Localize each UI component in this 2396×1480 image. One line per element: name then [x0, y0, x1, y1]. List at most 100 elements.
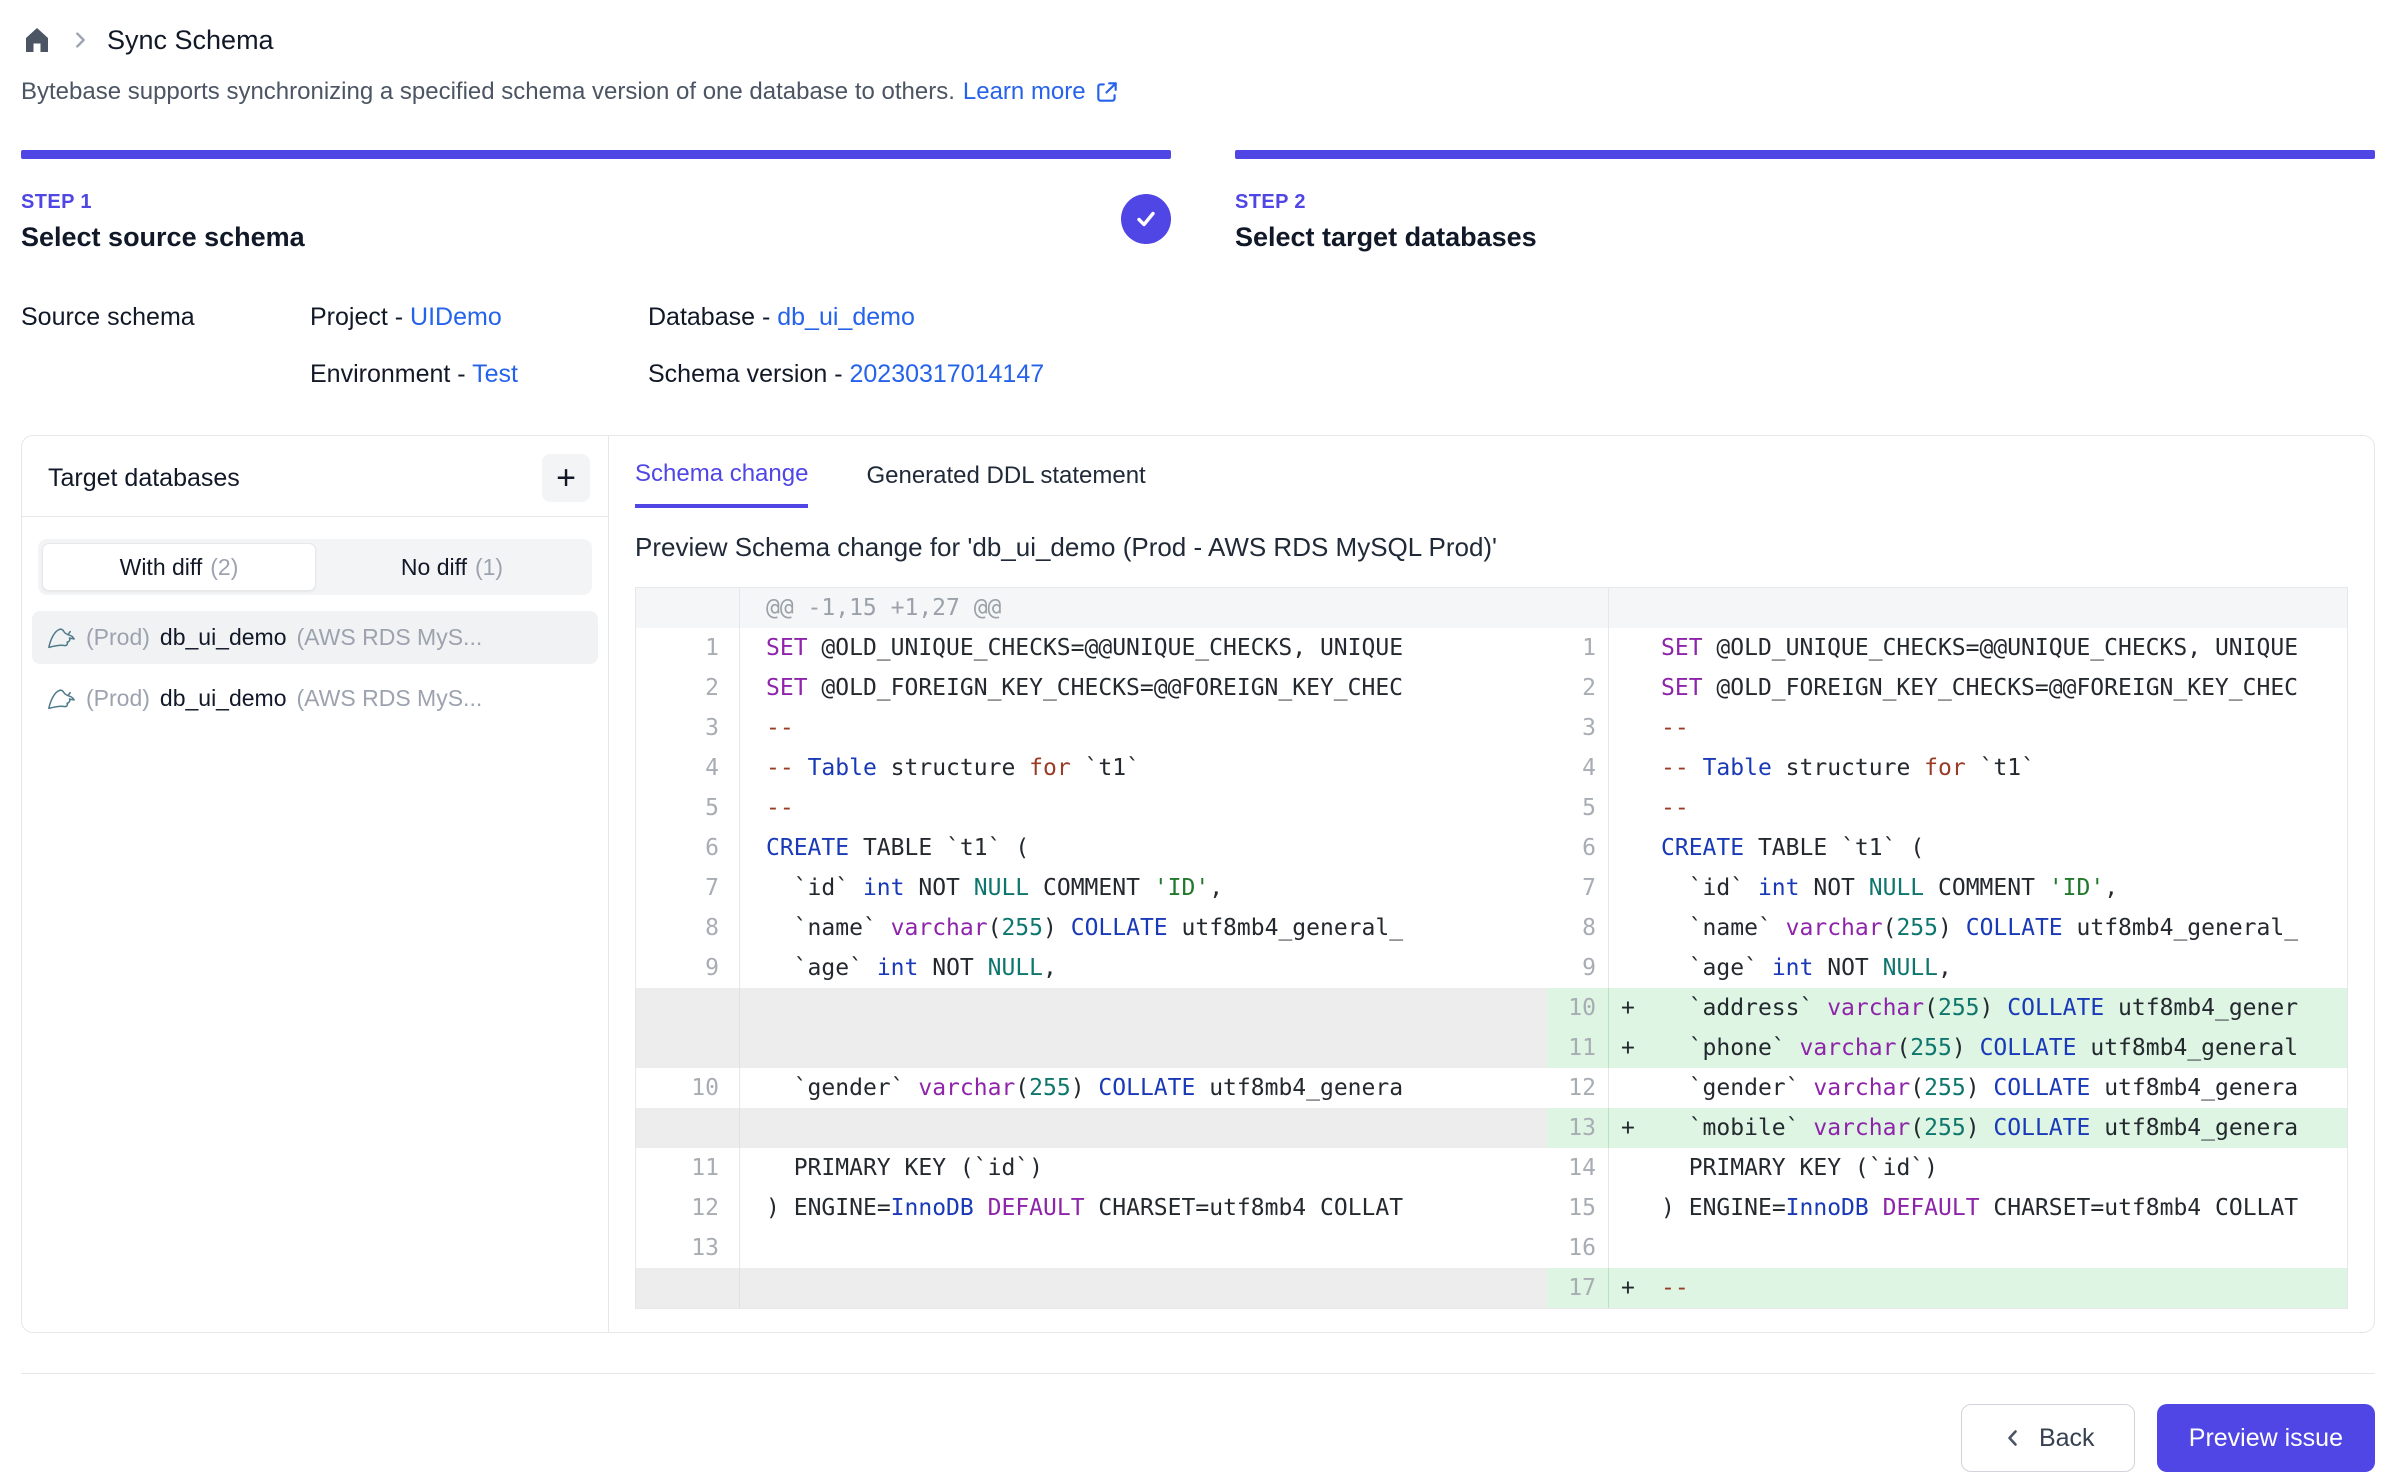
diff-row-placeholder: [636, 1108, 1547, 1148]
added-marker: +: [1621, 1108, 1635, 1148]
code-line: [1609, 1228, 2347, 1268]
step-2-label: STEP 2: [1235, 191, 2375, 214]
tab-with-diff[interactable]: With diff (2): [42, 543, 316, 591]
line-number: 1: [1547, 628, 1609, 668]
learn-more-link[interactable]: Learn more: [963, 78, 1120, 106]
tab-no-diff[interactable]: No diff (1): [316, 543, 588, 591]
preview-tabs: Schema change Generated DDL statement: [635, 460, 2348, 508]
code-line: `address` varchar(255) COLLATE utf8mb4_g…: [1609, 988, 2347, 1028]
add-target-database-button[interactable]: +: [542, 454, 590, 502]
tab-schema-change[interactable]: Schema change: [635, 460, 808, 508]
source-schema-label: Source schema: [21, 303, 310, 332]
line-number: 1: [636, 628, 740, 668]
diff-row: 10 `gender` varchar(255) COLLATE utf8mb4…: [636, 1068, 1547, 1108]
diff-row: 14 PRIMARY KEY (`id`): [1547, 1148, 2347, 1188]
back-button[interactable]: Back: [1961, 1404, 2135, 1472]
line-number: 14: [1547, 1148, 1609, 1188]
diff-row: 12) ENGINE=InnoDB DEFAULT CHARSET=utf8mb…: [636, 1188, 1547, 1228]
line-number: [636, 1108, 740, 1148]
code-line: [740, 1268, 1547, 1308]
target-database-item[interactable]: (Prod)db_ui_demo(AWS RDS MyS...: [32, 672, 598, 725]
code-line: `age` int NOT NULL,: [1609, 948, 2347, 988]
target-databases-title: Target databases: [48, 464, 240, 493]
line-number: 3: [636, 708, 740, 748]
code-line: [740, 988, 1547, 1028]
line-number: 5: [1547, 788, 1609, 828]
db-environment: (Prod): [86, 624, 150, 651]
line-number: 4: [636, 748, 740, 788]
added-marker: +: [1621, 1268, 1635, 1308]
diff-filter-tabs: With diff (2) No diff (1): [38, 539, 592, 595]
tab-generated-ddl[interactable]: Generated DDL statement: [866, 460, 1145, 508]
diff-row: 7 `id` int NOT NULL COMMENT 'ID',: [1547, 868, 2347, 908]
diff-row: 4-- Table structure for `t1`: [636, 748, 1547, 788]
schema-version-link[interactable]: 20230317014147: [849, 360, 1044, 388]
diff-row-placeholder: [636, 1268, 1547, 1308]
target-databases-panel: Target databases + With diff (2) No diff…: [22, 436, 609, 1332]
line-number: [1547, 588, 1609, 628]
diff-pane-original: @@ -1,15 +1,27 @@1SET @OLD_UNIQUE_CHECKS…: [636, 588, 1547, 1308]
diff-row: 6CREATE TABLE `t1` (: [636, 828, 1547, 868]
diff-row: 8 `name` varchar(255) COLLATE utf8mb4_ge…: [1547, 908, 2347, 948]
code-line: [740, 1108, 1547, 1148]
diff-row: 12 `gender` varchar(255) COLLATE utf8mb4…: [1547, 1068, 2347, 1108]
step-1-completed-icon: [1121, 194, 1171, 244]
database-link[interactable]: db_ui_demo: [777, 303, 915, 331]
diff-row-placeholder: [636, 988, 1547, 1028]
sync-schema-page: Sync Schema Bytebase supports synchroniz…: [0, 0, 2396, 1480]
step-2-title: Select target databases: [1235, 222, 2375, 253]
code-line: SET @OLD_FOREIGN_KEY_CHECKS=@@FOREIGN_KE…: [740, 668, 1547, 708]
code-line: ) ENGINE=InnoDB DEFAULT CHARSET=utf8mb4 …: [740, 1188, 1547, 1228]
target-database-item[interactable]: (Prod)db_ui_demo(AWS RDS MyS...: [32, 611, 598, 664]
diff-row: 3--: [636, 708, 1547, 748]
line-number: 11: [1547, 1028, 1609, 1068]
breadcrumb-separator-icon: [69, 29, 91, 51]
page-title: Sync Schema: [107, 25, 274, 56]
code-line: `gender` varchar(255) COLLATE utf8mb4_ge…: [740, 1068, 1547, 1108]
step-1: STEP 1 Select source schema: [21, 150, 1171, 253]
db-name: db_ui_demo: [160, 685, 287, 712]
line-number: 6: [1547, 828, 1609, 868]
preview-issue-button[interactable]: Preview issue: [2157, 1404, 2375, 1472]
no-diff-count: (1): [475, 554, 503, 581]
schema-preview-panel: Schema change Generated DDL statement Pr…: [609, 436, 2374, 1332]
code-line: `id` int NOT NULL COMMENT 'ID',: [1609, 868, 2347, 908]
breadcrumb: Sync Schema: [21, 18, 2375, 62]
code-line: [740, 1228, 1547, 1268]
added-marker: +: [1621, 988, 1635, 1028]
code-line: SET @OLD_FOREIGN_KEY_CHECKS=@@FOREIGN_KE…: [1609, 668, 2347, 708]
code-line: CREATE TABLE `t1` (: [740, 828, 1547, 868]
environment-link[interactable]: Test: [472, 360, 518, 388]
code-line: SET @OLD_UNIQUE_CHECKS=@@UNIQUE_CHECKS, …: [1609, 628, 2347, 668]
line-number: 7: [636, 868, 740, 908]
line-number: 13: [636, 1228, 740, 1268]
line-number: 8: [636, 908, 740, 948]
step-1-progress-bar: [21, 150, 1171, 159]
plus-icon: +: [556, 461, 576, 495]
target-database-list: (Prod)db_ui_demo(AWS RDS MyS...(Prod)db_…: [22, 595, 608, 741]
code-line: --: [1609, 788, 2347, 828]
code-line: SET @OLD_UNIQUE_CHECKS=@@UNIQUE_CHECKS, …: [740, 628, 1547, 668]
code-line: `name` varchar(255) COLLATE utf8mb4_gene…: [1609, 908, 2347, 948]
line-number: 4: [1547, 748, 1609, 788]
line-number: 2: [636, 668, 740, 708]
schema-diff-editor[interactable]: @@ -1,15 +1,27 @@1SET @OLD_UNIQUE_CHECKS…: [635, 587, 2348, 1309]
source-project-field: Project - UIDemo: [310, 303, 648, 332]
project-link[interactable]: UIDemo: [410, 303, 502, 331]
db-instance: (AWS RDS MyS...: [297, 624, 483, 651]
line-number: 10: [1547, 988, 1609, 1028]
code-line: CREATE TABLE `t1` (: [1609, 828, 2347, 868]
diff-row: 5--: [636, 788, 1547, 828]
line-number: 5: [636, 788, 740, 828]
chevron-left-icon: [2001, 1426, 2025, 1450]
diff-row: 11 PRIMARY KEY (`id`): [636, 1148, 1547, 1188]
diff-row: 15) ENGINE=InnoDB DEFAULT CHARSET=utf8mb…: [1547, 1188, 2347, 1228]
source-environment-field: Environment - Test: [310, 360, 648, 389]
source-database-field: Database - db_ui_demo: [648, 303, 2375, 332]
home-icon[interactable]: [21, 24, 53, 56]
code-line: --+: [1609, 1268, 2347, 1308]
diff-row-added: 10 `address` varchar(255) COLLATE utf8mb…: [1547, 988, 2347, 1028]
diff-row: 13: [636, 1228, 1547, 1268]
step-2-progress-bar: [1235, 150, 2375, 159]
diff-row-added: 13 `mobile` varchar(255) COLLATE utf8mb4…: [1547, 1108, 2347, 1148]
